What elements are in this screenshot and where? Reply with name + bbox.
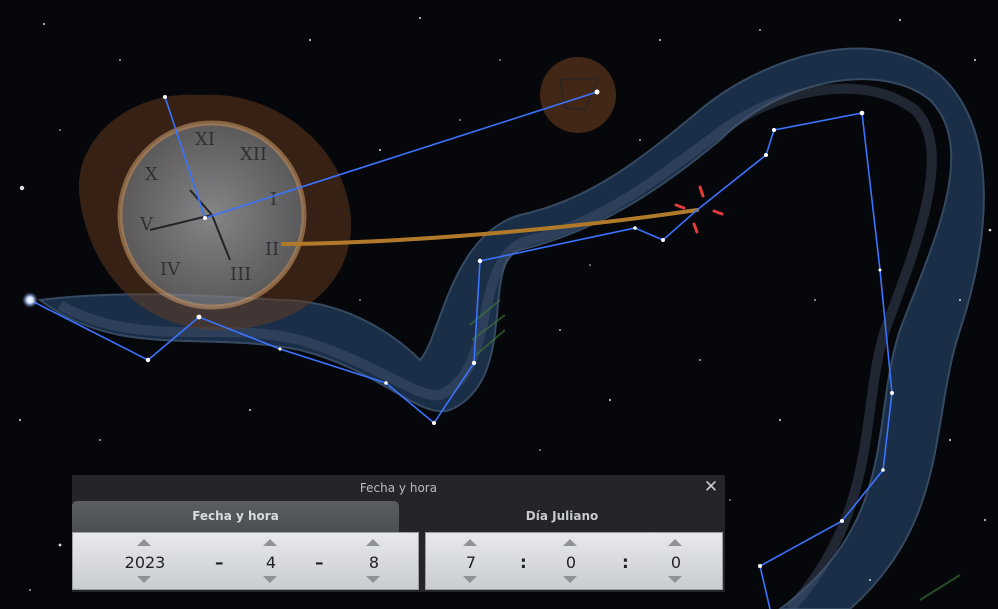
svg-text:X: X <box>145 164 158 185</box>
svg-text:I: I <box>270 189 277 210</box>
second-value[interactable]: 0 <box>646 552 706 574</box>
minute-value[interactable]: 0 <box>541 552 601 574</box>
chevron-up-icon[interactable] <box>668 539 682 546</box>
svg-text:II: II <box>265 239 279 260</box>
chevron-up-icon[interactable] <box>563 539 577 546</box>
svg-text:IV: IV <box>160 259 181 280</box>
date-separator: – <box>215 553 224 573</box>
hour-value[interactable]: 7 <box>441 552 501 574</box>
chevron-up-icon[interactable] <box>366 539 380 546</box>
date-separator: – <box>315 553 324 573</box>
chevron-down-icon[interactable] <box>463 576 477 583</box>
selection-marker[interactable] <box>674 185 724 234</box>
chevron-up-icon[interactable] <box>137 539 151 546</box>
year-spinner: 2023 <box>125 533 165 591</box>
chevron-down-icon[interactable] <box>263 576 277 583</box>
bright-star[interactable] <box>22 292 38 308</box>
svg-text:XII: XII <box>240 144 267 165</box>
hour-spinner: 7 <box>451 533 491 591</box>
svg-text:III: III <box>230 264 251 285</box>
day-spinner: 8 <box>354 533 394 591</box>
time-separator: : <box>520 553 527 573</box>
tab-date-time[interactable]: Fecha y hora <box>72 501 399 532</box>
chevron-down-icon[interactable] <box>366 576 380 583</box>
date-panel: 2023 – 4 – 8 <box>72 532 419 590</box>
chevron-down-icon[interactable] <box>137 576 151 583</box>
tab-julian-day[interactable]: Día Juliano <box>399 501 725 532</box>
minute-spinner: 0 <box>551 533 591 591</box>
date-time-dialog: Fecha y hora ✕ Fecha y hora Día Juliano … <box>72 475 725 592</box>
svg-text:XI: XI <box>195 129 215 150</box>
chevron-down-icon[interactable] <box>668 576 682 583</box>
year-value[interactable]: 2023 <box>115 552 175 574</box>
chevron-up-icon[interactable] <box>263 539 277 546</box>
month-value[interactable]: 4 <box>241 552 301 574</box>
time-separator: : <box>622 553 629 573</box>
chevron-up-icon[interactable] <box>463 539 477 546</box>
time-panel: 7 : 0 : 0 <box>425 532 723 590</box>
svg-text:V: V <box>139 214 154 235</box>
month-spinner: 4 <box>251 533 291 591</box>
clock-art: XI XII I II III IV V X <box>78 57 616 330</box>
chevron-down-icon[interactable] <box>563 576 577 583</box>
second-spinner: 0 <box>656 533 696 591</box>
close-icon[interactable]: ✕ <box>703 479 719 496</box>
tab-bar: Fecha y hora Día Juliano <box>72 501 725 532</box>
dialog-title: Fecha y hora <box>359 481 438 495</box>
day-value[interactable]: 8 <box>344 552 404 574</box>
